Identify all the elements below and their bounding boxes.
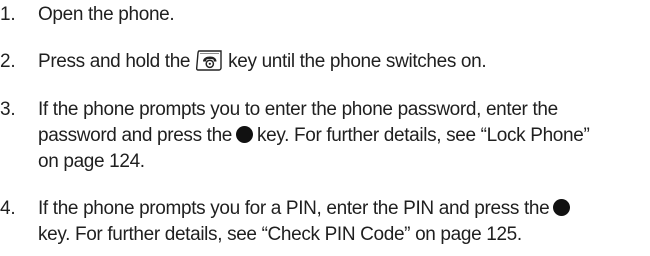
step-text: Press and hold the key until the phone s… — [38, 49, 638, 75]
step-number: 1. — [0, 4, 16, 25]
step-line: password and press the key. For further d… — [38, 123, 638, 149]
step-text-before: If the phone prompts you for a PIN, ente… — [38, 198, 550, 219]
step-text-before: password and press the — [38, 125, 233, 146]
step-number: 2. — [0, 51, 16, 72]
step-text-after: key. For further details, see “Lock Phon… — [257, 125, 590, 146]
step-text-before: Press and hold the — [38, 51, 191, 73]
step-line: Press and hold the key until the phone s… — [38, 49, 638, 75]
ok-key-icon — [236, 125, 254, 143]
step-line: Open the phone. — [38, 4, 175, 25]
step-text: If the phone prompts you to enter the ph… — [38, 97, 638, 175]
step-text-after: key until the phone switches on. — [228, 51, 487, 73]
step-number: 3. — [0, 99, 16, 120]
step-text: Open the phone. — [38, 2, 638, 28]
step-line: on page 124. — [38, 151, 145, 172]
step-line: If the phone prompts you for a PIN, ente… — [38, 196, 638, 222]
step-text: If the phone prompts you for a PIN, ente… — [38, 196, 638, 248]
step-number: 4. — [0, 198, 16, 219]
step-line: key. For further details, see “Check PIN… — [38, 224, 522, 245]
power-end-key-icon — [196, 50, 222, 71]
step-line: If the phone prompts you to enter the ph… — [38, 99, 558, 120]
ok-key-icon — [553, 198, 571, 216]
